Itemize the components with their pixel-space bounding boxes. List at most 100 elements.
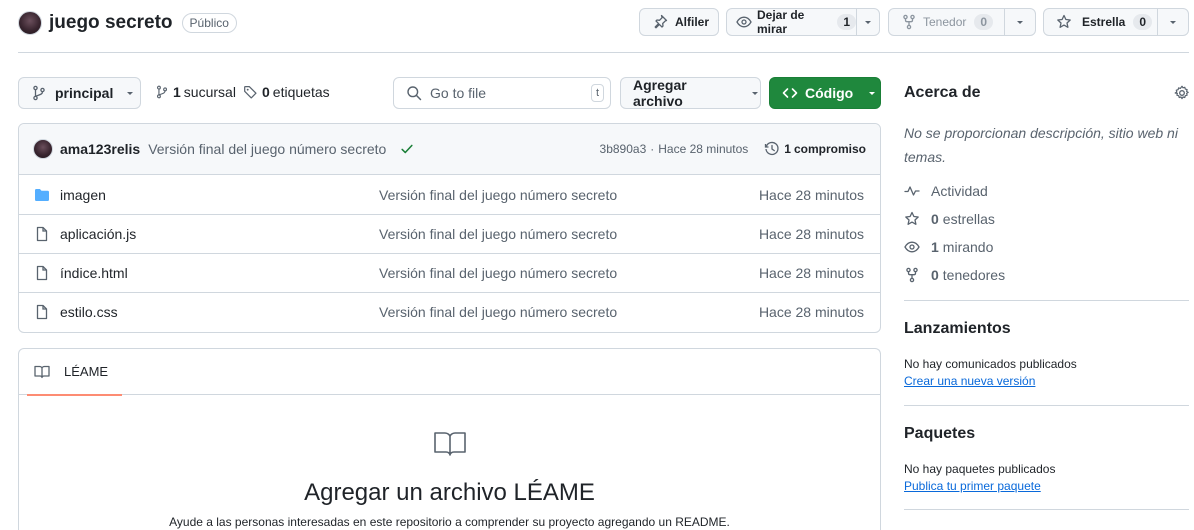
gear-icon[interactable] — [1174, 85, 1190, 101]
sidebar-divider — [904, 405, 1189, 406]
tag-icon — [243, 84, 258, 100]
file-time: Hace 28 minutos — [758, 265, 864, 281]
publish-package-link[interactable]: Publica tu primer paquete — [904, 479, 1041, 493]
file-commit-message[interactable]: Versión final del juego número secreto — [379, 265, 759, 281]
commit-author-avatar[interactable] — [33, 139, 53, 159]
about-title: Acerca de — [904, 84, 981, 101]
commits-history-link[interactable]: 1 compromiso — [764, 141, 866, 157]
star-button[interactable]: Estrella 0 — [1043, 8, 1189, 36]
search-icon — [406, 85, 422, 101]
file-row-imagen[interactable]: imagen Versión final del juego número se… — [19, 175, 880, 214]
eye-icon — [736, 14, 752, 30]
file-time: Hace 28 minutos — [758, 304, 864, 320]
file-browser: ama123relis Versión final del juego núme… — [18, 123, 881, 333]
packages-text: No hay paquetes publicados — [904, 462, 1056, 476]
fork-icon — [904, 267, 920, 283]
releases-text: No hay comunicados publicados — [904, 357, 1077, 371]
branches-label: sucursal — [183, 84, 236, 100]
fork-count: 0 — [974, 14, 994, 30]
tags-count: 0 — [262, 84, 270, 100]
pin-label: Alfiler — [675, 15, 710, 29]
branches-count: 1 — [173, 84, 181, 100]
file-time: Hace 28 minutos — [758, 186, 864, 203]
commits-count: 1 — [784, 142, 791, 156]
tags-link[interactable]: 0 etiquetas — [243, 84, 330, 100]
about-description: No se proporcionan descripción, sitio we… — [904, 125, 1178, 165]
watch-count: 1 — [837, 14, 856, 30]
add-file-button[interactable]: Agregar archivo — [620, 77, 761, 109]
search-placeholder: Go to file — [430, 85, 487, 101]
branch-name: principal — [55, 85, 114, 101]
commit-time: Hace 28 minutos — [658, 142, 749, 156]
about-header: Acerca de — [904, 84, 1190, 102]
forks-link[interactable]: 0 tenedores — [904, 267, 1005, 283]
file-name[interactable]: aplicación.js — [60, 226, 379, 242]
commit-hash[interactable]: 3b890a3 — [600, 142, 647, 156]
fork-button[interactable]: Tenedor 0 — [888, 8, 1036, 36]
pin-button[interactable]: Alfiler — [639, 8, 719, 36]
search-shortcut: t — [590, 84, 604, 102]
file-commit-message[interactable]: Versión final del juego número secreto — [379, 304, 759, 320]
packages-title[interactable]: Paquetes — [904, 425, 975, 443]
chevron-down-icon — [750, 88, 760, 98]
activity-label: Actividad — [931, 183, 988, 199]
eye-icon — [904, 239, 920, 255]
sidebar-divider — [904, 509, 1189, 510]
stars-link[interactable]: 0 estrellas — [904, 211, 995, 227]
chevron-down-icon — [125, 88, 135, 98]
watch-button[interactable]: Dejar de mirar 1 — [726, 8, 880, 36]
star-dropdown-icon[interactable] — [1158, 17, 1188, 27]
activity-link[interactable]: Actividad — [904, 183, 988, 199]
watching-label: mirando — [942, 239, 994, 255]
history-icon — [764, 141, 780, 157]
branch-icon — [31, 85, 47, 101]
stars-count: 0 — [931, 211, 939, 227]
pulse-icon — [904, 183, 920, 199]
folder-icon — [19, 187, 60, 203]
commit-author[interactable]: ama123relis — [60, 141, 140, 157]
code-label: Código — [805, 85, 854, 101]
watching-link[interactable]: 1 mirando — [904, 239, 993, 255]
latest-commit-bar: ama123relis Versión final del juego núme… — [19, 124, 880, 175]
book-icon — [433, 431, 466, 457]
star-label: Estrella — [1082, 15, 1126, 29]
commit-message[interactable]: Versión final del juego número secreto — [148, 141, 386, 157]
commit-separator: · — [650, 142, 655, 156]
fork-icon — [901, 14, 917, 30]
file-row-indice[interactable]: índice.html Versión final del juego núme… — [19, 253, 880, 292]
tab-readme[interactable]: LÉAME — [27, 349, 123, 396]
file-commit-message[interactable]: Versión final del juego número secreto — [379, 187, 759, 203]
readme-empty-book-icon-wrap — [19, 431, 880, 457]
file-icon — [19, 265, 60, 281]
code-button[interactable]: Código — [769, 77, 881, 109]
repo-name[interactable]: juego secreto — [49, 12, 173, 34]
file-row-estilo[interactable]: estilo.css Versión final del juego númer… — [19, 292, 880, 331]
file-icon — [19, 304, 60, 320]
readme-empty-subtitle: Ayude a las personas interesadas en este… — [169, 515, 730, 529]
branch-selector[interactable]: principal — [18, 77, 141, 109]
create-release-link[interactable]: Crear una nueva versión — [904, 374, 1035, 388]
file-time: Hace 28 minutos — [758, 226, 864, 242]
owner-avatar[interactable] — [18, 11, 42, 35]
go-to-file-input[interactable]: Go to file t — [393, 77, 611, 109]
watch-dropdown-icon[interactable] — [857, 17, 879, 27]
stars-label: estrellas — [942, 211, 995, 227]
branch-icon — [155, 84, 169, 100]
file-row-aplicacion[interactable]: aplicación.js Versión final del juego nú… — [19, 214, 880, 253]
tags-label: etiquetas — [272, 84, 330, 100]
file-name[interactable]: estilo.css — [60, 304, 379, 320]
pin-icon — [652, 14, 668, 30]
tab-readme-label: LÉAME — [64, 364, 109, 379]
file-name[interactable]: índice.html — [60, 265, 379, 281]
file-commit-message[interactable]: Versión final del juego número secreto — [379, 226, 759, 242]
check-icon[interactable] — [400, 142, 414, 156]
fork-dropdown-icon[interactable] — [1005, 17, 1035, 27]
readme-empty-title: Agregar un archivo LÉAME — [304, 479, 595, 506]
header-divider — [18, 52, 1189, 53]
releases-title[interactable]: Lanzamientos — [904, 320, 1011, 338]
branches-link[interactable]: 1 sucursal — [155, 84, 236, 100]
star-count: 0 — [1133, 14, 1153, 30]
fork-label: Tenedor — [923, 15, 967, 29]
file-name[interactable]: imagen — [60, 187, 379, 203]
chevron-down-icon — [867, 88, 877, 98]
